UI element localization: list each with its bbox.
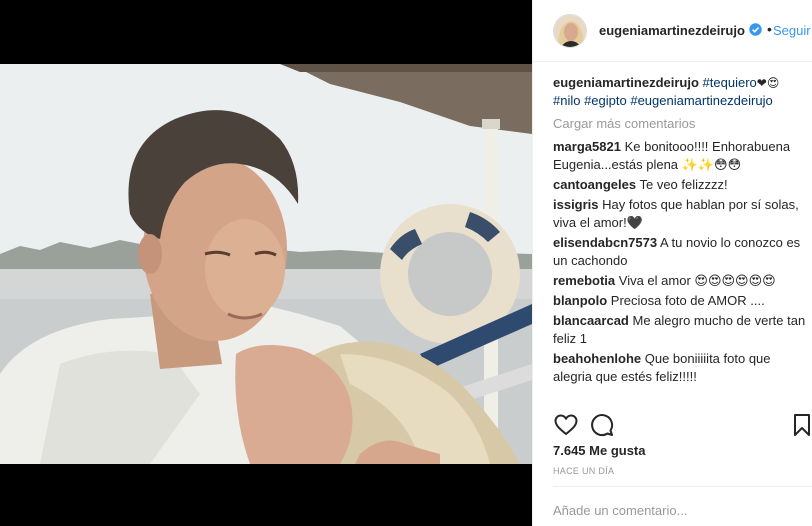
comment-item: blancaarcad Me alegro mucho de verte tan…	[553, 312, 811, 348]
comment-item: cantoangeles Te veo felizzzz!	[553, 176, 811, 194]
comment-item: elisendabcn7573 A tu novio lo conozco es…	[553, 234, 811, 270]
likes-count[interactable]: 7.645 Me gusta	[553, 443, 646, 458]
comment-username[interactable]: marga5821	[553, 139, 621, 154]
comment-item: issigris Hay fotos que hablan por sí sol…	[553, 196, 811, 232]
caption-emoji: ❤😍	[756, 76, 780, 90]
verified-badge-icon	[749, 23, 762, 36]
comment-username[interactable]: issigris	[553, 197, 599, 212]
comment-text: Te veo felizzzz!	[639, 177, 728, 192]
bookmark-icon[interactable]	[789, 412, 812, 438]
post-media	[0, 0, 532, 526]
avatar[interactable]	[553, 14, 587, 48]
comments-list: eugeniamartinezdeirujo #tequiero❤😍 #nilo…	[553, 74, 811, 388]
post-side-panel: eugeniamartinezdeirujo • Seguir eugeniam…	[532, 0, 812, 526]
comment-text: Preciosa foto de AMOR ....	[610, 293, 765, 308]
speech-bubble-icon[interactable]	[589, 412, 615, 438]
post-photo[interactable]	[0, 64, 532, 464]
caption-hashtag[interactable]: #tequiero	[703, 75, 757, 90]
action-bar	[553, 412, 811, 438]
separator-dot: •	[767, 21, 772, 37]
comment-item: blanpolo Preciosa foto de AMOR ....	[553, 292, 811, 310]
comment-username[interactable]: beahohenlohe	[553, 351, 641, 366]
comment-item: beahohenlohe Que boniiiiita foto que ale…	[553, 350, 811, 386]
comment-username[interactable]: blancaarcad	[553, 313, 629, 328]
comment-item: remebotia Viva el amor 😍😍😍😍😍😍	[553, 272, 811, 290]
follow-button[interactable]: Seguir	[773, 23, 811, 38]
comment-username[interactable]: elisendabcn7573	[553, 235, 657, 250]
heart-outline-icon[interactable]	[553, 412, 579, 438]
comment-username[interactable]: blanpolo	[553, 293, 607, 308]
post-timestamp[interactable]: HACE UN DÍA	[553, 466, 614, 476]
add-comment-input[interactable]	[553, 500, 808, 520]
photo-illustration	[0, 64, 532, 464]
comment-username[interactable]: remebotia	[553, 273, 615, 288]
comment-item: marga5821 Ke bonitooo!!!! Enhorabuena Eu…	[553, 138, 811, 174]
avatar-image	[554, 15, 586, 47]
caption-username[interactable]: eugeniamartinezdeirujo	[553, 75, 699, 90]
caption-hashtags[interactable]: #nilo #egipto #eugeniamartinezdeirujo	[553, 93, 773, 108]
author-username[interactable]: eugeniamartinezdeirujo	[599, 23, 745, 38]
comment-text: Viva el amor 😍😍😍😍😍😍	[618, 273, 776, 288]
comment-username[interactable]: cantoangeles	[553, 177, 636, 192]
caption: eugeniamartinezdeirujo #tequiero❤😍 #nilo…	[553, 74, 811, 110]
divider	[553, 486, 812, 487]
load-more-comments-link[interactable]: Cargar más comentarios	[553, 115, 811, 133]
post-header: eugeniamartinezdeirujo • Seguir	[533, 0, 812, 62]
